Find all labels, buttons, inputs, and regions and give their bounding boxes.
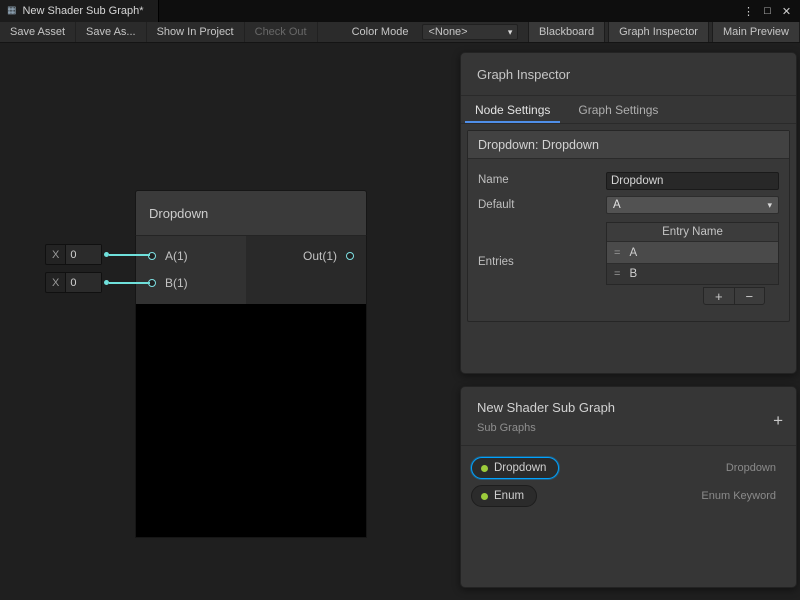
output-port-label: Out(1) bbox=[303, 249, 337, 263]
save-as-button[interactable]: Save As... bbox=[76, 22, 147, 42]
chevron-down-icon: ▾ bbox=[767, 200, 772, 211]
port-value-input-b[interactable] bbox=[65, 273, 101, 292]
toolbar-right-group: Blackboard Graph Inspector Main Preview bbox=[525, 22, 800, 42]
blackboard-header[interactable]: New Shader Sub Graph Sub Graphs + bbox=[461, 387, 796, 446]
blackboard-panel: New Shader Sub Graph Sub Graphs + Dropdo… bbox=[460, 386, 797, 588]
show-in-project-button[interactable]: Show In Project bbox=[147, 22, 245, 42]
toolbar: Save Asset Save As... Show In Project Ch… bbox=[0, 22, 800, 43]
window-menu-icon[interactable]: ⋮ bbox=[741, 2, 756, 20]
name-row: Name bbox=[478, 171, 779, 190]
titlebar: ▦ New Shader Sub Graph* ⋮ □ ✕ bbox=[0, 0, 800, 22]
property-pill-label: Enum bbox=[494, 490, 524, 502]
entry-name: A bbox=[629, 247, 637, 259]
edge-b[interactable] bbox=[109, 282, 150, 284]
default-row: Default A ▾ bbox=[478, 196, 779, 214]
graph-inspector-title[interactable]: Graph Inspector bbox=[461, 53, 796, 96]
blackboard-title: New Shader Sub Graph bbox=[477, 400, 780, 415]
default-dropdown[interactable]: A ▾ bbox=[606, 196, 779, 214]
save-asset-button[interactable]: Save Asset bbox=[0, 22, 76, 42]
blackboard-items: Dropdown Dropdown Enum Enum Keyword bbox=[461, 446, 796, 510]
entries-row: Entries Entry Name = A = B bbox=[478, 220, 779, 305]
output-port-row: Out(1) bbox=[303, 242, 366, 269]
property-type-label: Enum Keyword bbox=[701, 490, 776, 502]
blackboard-item-enum: Enum Enum Keyword bbox=[461, 482, 796, 510]
tab-node-settings[interactable]: Node Settings bbox=[461, 96, 564, 123]
shader-graph-icon: ▦ bbox=[7, 6, 16, 16]
toolbar-spacer bbox=[318, 22, 344, 42]
window-controls: ⋮ □ ✕ bbox=[741, 2, 800, 20]
drag-handle-icon[interactable]: = bbox=[614, 268, 620, 280]
edge-a[interactable] bbox=[109, 254, 150, 256]
input-port-row-a: A(1) bbox=[136, 242, 246, 269]
property-pill-enum[interactable]: Enum bbox=[471, 485, 537, 507]
node-settings-rows: Name Default A ▾ Entries bbox=[468, 159, 789, 305]
color-mode-value: <None> bbox=[428, 26, 467, 38]
property-pill-label: Dropdown bbox=[494, 462, 546, 474]
entry-name: B bbox=[629, 268, 637, 280]
node-header[interactable]: Dropdown bbox=[135, 190, 367, 236]
unity-shader-graph-window: ▦ New Shader Sub Graph* ⋮ □ ✕ Save Asset… bbox=[0, 0, 800, 600]
blackboard-item-dropdown: Dropdown Dropdown bbox=[461, 454, 796, 482]
port-value-input-a[interactable] bbox=[65, 245, 101, 264]
default-dropdown-value: A bbox=[613, 199, 621, 211]
default-label: Default bbox=[478, 196, 606, 214]
add-property-button[interactable]: + bbox=[773, 412, 783, 429]
entries-label: Entries bbox=[478, 220, 606, 305]
drag-handle-icon[interactable]: = bbox=[614, 247, 620, 259]
close-icon[interactable]: ✕ bbox=[779, 2, 794, 20]
check-out-button: Check Out bbox=[245, 22, 318, 42]
entry-row-b[interactable]: = B bbox=[607, 263, 778, 284]
color-mode-dropdown[interactable]: <None> ▾ bbox=[422, 24, 518, 40]
node-input-column: A(1) B(1) bbox=[136, 236, 246, 304]
axis-label-x: X bbox=[46, 277, 65, 289]
port-value-widget-b: X bbox=[45, 272, 102, 293]
node-settings-section-title: Dropdown: Dropdown bbox=[468, 131, 789, 159]
document-tab-title: New Shader Sub Graph* bbox=[22, 5, 143, 17]
main-preview-toggle-button[interactable]: Main Preview bbox=[712, 22, 800, 42]
color-mode-label: Color Mode bbox=[344, 22, 417, 42]
document-tab[interactable]: ▦ New Shader Sub Graph* bbox=[0, 0, 159, 22]
graph-inspector-panel: Graph Inspector Node Settings Graph Sett… bbox=[460, 52, 797, 374]
entries-list-header: Entry Name bbox=[607, 223, 778, 242]
dropdown-node[interactable]: Dropdown A(1) B(1) Out(1) bbox=[135, 190, 367, 538]
input-port-b-label: B(1) bbox=[165, 276, 188, 290]
node-title: Dropdown bbox=[149, 206, 208, 221]
axis-label-x: X bbox=[46, 249, 65, 261]
add-entry-button[interactable]: + bbox=[704, 288, 734, 304]
input-port-row-b: B(1) bbox=[136, 269, 246, 296]
entries-list-footer: + − bbox=[606, 287, 779, 305]
name-input[interactable] bbox=[606, 172, 779, 190]
property-type-label: Dropdown bbox=[726, 462, 776, 474]
output-port[interactable] bbox=[346, 252, 354, 260]
node-output-column: Out(1) bbox=[246, 236, 366, 304]
tab-graph-settings[interactable]: Graph Settings bbox=[564, 96, 672, 123]
entries-list-buttons: + − bbox=[703, 287, 765, 305]
blackboard-toggle-button[interactable]: Blackboard bbox=[528, 22, 605, 42]
name-label: Name bbox=[478, 171, 606, 190]
port-value-widget-a: X bbox=[45, 244, 102, 265]
input-port-a-label: A(1) bbox=[165, 249, 188, 263]
entries-list: Entry Name = A = B bbox=[606, 222, 779, 285]
node-body: A(1) B(1) Out(1) bbox=[135, 236, 367, 304]
inspector-tabs: Node Settings Graph Settings bbox=[461, 96, 796, 124]
graph-inspector-toggle-button[interactable]: Graph Inspector bbox=[608, 22, 709, 42]
node-preview bbox=[135, 304, 367, 538]
blackboard-subtitle: Sub Graphs bbox=[477, 422, 780, 434]
property-pill-dropdown[interactable]: Dropdown bbox=[471, 457, 559, 479]
chevron-down-icon: ▾ bbox=[508, 27, 513, 38]
maximize-icon[interactable]: □ bbox=[760, 2, 775, 20]
node-settings-box: Dropdown: Dropdown Name Default A ▾ bbox=[467, 130, 790, 322]
remove-entry-button[interactable]: − bbox=[734, 288, 765, 304]
property-dot-icon bbox=[481, 493, 488, 500]
entry-row-a[interactable]: = A bbox=[607, 242, 778, 263]
property-dot-icon bbox=[481, 465, 488, 472]
